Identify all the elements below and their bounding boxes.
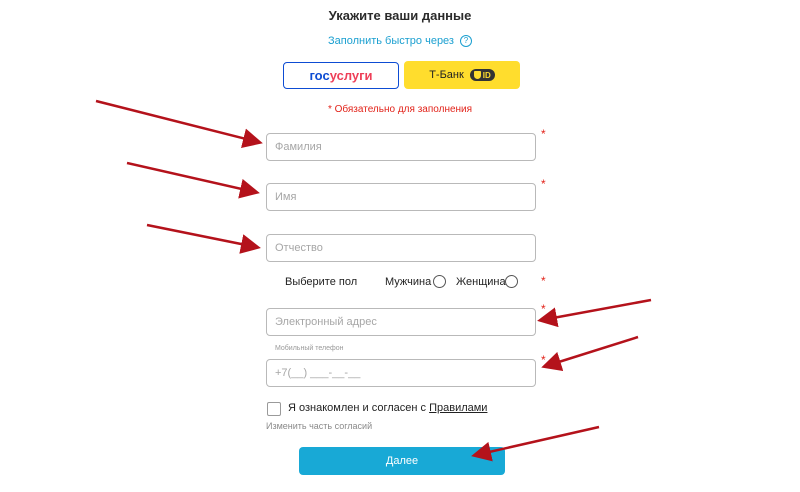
gender-male-radio[interactable] [433,275,446,288]
gender-female-radio[interactable] [505,275,518,288]
tbank-id-badge-text: ID [482,70,491,80]
consent-text-label: Я ознакомлен и согласен с [288,402,430,414]
email-required-star: * [541,302,546,316]
gosuslugi-button[interactable]: гос услуги [283,62,399,89]
required-note: * Обязательно для заполнения [327,104,473,115]
quick-fill-label: Заполнить быстро через [328,35,454,47]
arrow-to-name [126,161,260,199]
arrow-to-email [537,298,652,328]
email-input[interactable] [266,308,536,336]
tbank-label: Т-Банк [429,69,464,81]
rules-link[interactable]: Правилами [429,402,487,414]
quick-fill-row: Заполнить быстро через? [0,35,800,48]
gender-female-label: Женщина [456,276,506,288]
phone-required-star: * [541,353,546,367]
help-icon[interactable]: ? [459,35,472,48]
tbank-id-button[interactable]: Т-Банк ID [404,61,520,89]
gender-male-label: Мужчина [385,276,432,288]
surname-required-star: * [541,127,546,141]
arrow-to-patronymic [146,223,261,254]
next-button[interactable]: Далее [299,447,505,475]
phone-label: Мобильный телефон [275,345,344,352]
consent-text: Я ознакомлен и согласен с Правилами [288,402,487,414]
gosuslugi-logo-part2: услуги [329,68,373,83]
page-title: Укажите ваши данные [328,8,472,23]
gender-label: Выберите пол [285,276,358,288]
shield-icon [473,71,481,79]
consent-checkbox[interactable] [267,402,281,416]
name-input[interactable] [266,183,536,211]
arrow-to-phone [541,335,639,372]
surname-input[interactable] [266,133,536,161]
phone-input[interactable] [266,359,536,387]
tbank-id-badge: ID [469,69,495,81]
patronymic-input[interactable] [266,234,536,262]
name-required-star: * [541,177,546,191]
change-consents-link[interactable]: Изменить часть согласий [266,421,372,431]
gender-required-star: * [541,274,546,288]
gosuslugi-logo-part1: гос [309,68,330,83]
